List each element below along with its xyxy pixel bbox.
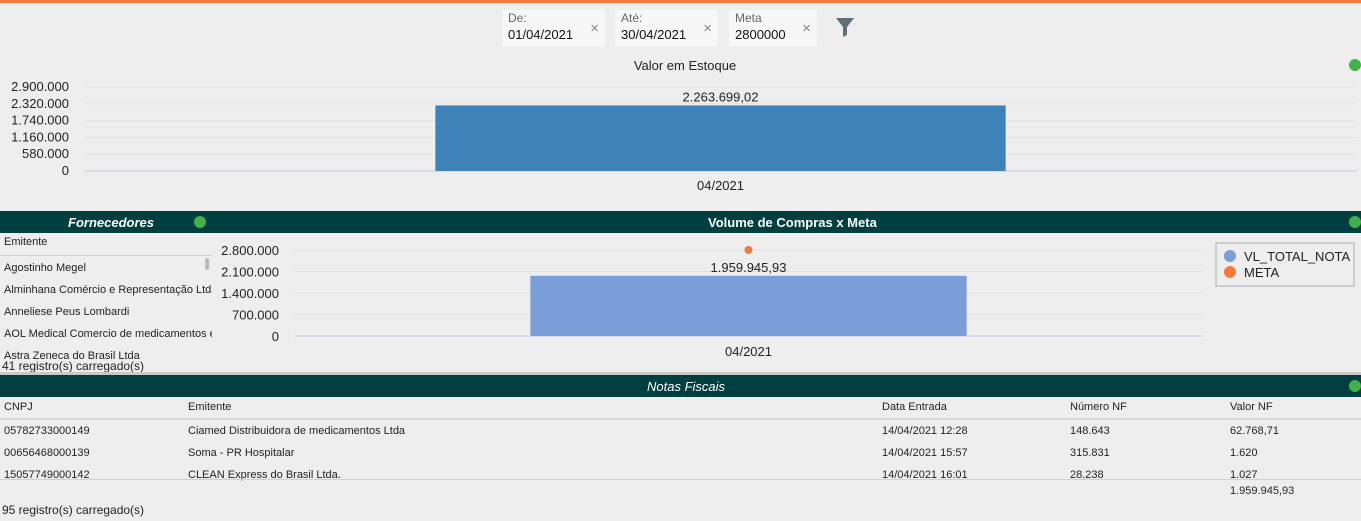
y-tick-label: 2.800.000	[221, 243, 279, 258]
funnel-icon[interactable]	[834, 15, 856, 39]
y-tick-label: 700.000	[232, 308, 279, 323]
notas-title: Notas Fiscais	[647, 379, 726, 394]
y-tick-label: 2.100.000	[221, 265, 279, 280]
list-item[interactable]: Agostinho Megel	[4, 262, 86, 274]
fornecedores-title: Fornecedores	[68, 215, 154, 230]
close-icon[interactable]: ×	[590, 20, 599, 37]
filter-meta-value[interactable]: 2800000	[735, 27, 786, 42]
compras-chart: 2.800.000 2.100.000 1.400.000 700.000 0 1.959…	[221, 242, 1355, 359]
cell-numero-nf: 148.643	[1070, 425, 1110, 437]
table-header-divider	[0, 418, 1361, 420]
column-header-cnpj[interactable]: CNPJ	[4, 401, 33, 413]
x-tick-label: 04/2021	[725, 344, 772, 359]
cell-emitente: Ciamed Distribuidora de medicamentos Ltd…	[188, 425, 406, 437]
column-header-emitente[interactable]: Emitente	[188, 401, 231, 413]
y-tick-label: 1.160.000	[11, 129, 69, 144]
cell-data-entrada: 14/04/2021 12:28	[882, 425, 968, 437]
estoque-chart-title: Valor em Estoque	[633, 58, 737, 73]
legend-marker	[1224, 266, 1236, 278]
bar	[530, 275, 967, 336]
table-total-value: 1.959.945,93	[1230, 485, 1295, 497]
column-header-data-entrada[interactable]: Data Entrada	[882, 401, 947, 413]
bar-data-label: 1.959.945,93	[711, 260, 787, 275]
cell-cnpj: 05782733000149	[4, 425, 90, 437]
meta-point	[744, 246, 753, 254]
y-tick-label: 2.900.000	[11, 79, 69, 94]
list-scrollbar[interactable]	[205, 258, 209, 270]
legend-entry: META	[1244, 265, 1279, 280]
filter-de[interactable]: De: 01/04/2021 ×	[502, 10, 605, 46]
bar	[435, 105, 1006, 171]
cell-data-entrada: 14/04/2021 15:57	[882, 447, 968, 459]
green-dot-icon	[194, 216, 206, 228]
compras-chart-title: Volume de Compras x Meta	[708, 215, 877, 230]
notas-status: 95 registro(s) carregado(s)	[2, 503, 145, 517]
filter-ate[interactable]: Até: 30/04/2021 ×	[615, 10, 718, 46]
y-tick-label: 580.000	[22, 146, 69, 161]
filter-de-value[interactable]: 01/04/2021	[508, 27, 573, 42]
y-tick-label: 0	[62, 163, 69, 178]
y-tick-label: 1.740.000	[11, 113, 69, 128]
filter-meta[interactable]: Meta 2800000 ×	[729, 10, 817, 46]
fornecedores-list[interactable]: Emitente Agostinho Megel Alminhana Comér…	[0, 233, 212, 359]
y-tick-label: 0	[272, 329, 279, 344]
header-divider	[0, 255, 212, 256]
close-icon[interactable]: ×	[802, 20, 811, 37]
list-item[interactable]: Alminhana Comércio e Representação Ltda	[4, 284, 212, 296]
legend-entry: VL_TOTAL_NOTA	[1244, 249, 1351, 264]
green-dot-icon	[1349, 216, 1361, 228]
legend-marker	[1224, 250, 1236, 262]
cell-valor-nf: 62.768,71	[1230, 425, 1279, 437]
filter-meta-label: Meta	[735, 11, 762, 25]
filter-de-label: De:	[508, 11, 527, 25]
cell-emitente: Soma - PR Hospitalar	[188, 447, 295, 459]
notas-header-band: Notas Fiscais	[0, 375, 1361, 397]
green-dot-icon	[1349, 59, 1361, 71]
fornecedores-status: 41 registro(s) carregado(s)	[2, 359, 145, 373]
green-dot-icon	[1349, 380, 1361, 392]
top-accent-bar	[0, 0, 1361, 3]
column-header-numero-nf[interactable]: Número NF	[1070, 401, 1127, 413]
column-header-valor-nf[interactable]: Valor NF	[1230, 401, 1273, 413]
list-item[interactable]: Astra Zeneca do Brasil Ltda	[4, 350, 140, 359]
cell-valor-nf: 1.620	[1230, 447, 1258, 459]
table-footer-divider	[0, 479, 1361, 480]
cell-numero-nf: 315.831	[1070, 447, 1110, 459]
cell-cnpj: 00656468000139	[4, 447, 90, 459]
x-tick-label: 04/2021	[697, 178, 744, 193]
fornecedores-column-header: Emitente	[4, 236, 48, 248]
y-tick-label: 2.320.000	[11, 96, 69, 111]
bar-data-label: 2.263.699,02	[683, 89, 759, 104]
filter-ate-label: Até:	[621, 11, 643, 25]
close-icon[interactable]: ×	[703, 20, 712, 37]
estoque-chart: 2.900.000 2.320.000 1.740.0001.160.000 580.…	[11, 79, 1357, 193]
list-item[interactable]: Anneliese Peus Lombardi	[4, 306, 129, 318]
filter-ate-value[interactable]: 30/04/2021	[621, 27, 686, 42]
y-tick-label: 1.400.000	[221, 286, 279, 301]
list-item[interactable]: AOL Medical Comercio de medicamentos e	[4, 328, 212, 340]
